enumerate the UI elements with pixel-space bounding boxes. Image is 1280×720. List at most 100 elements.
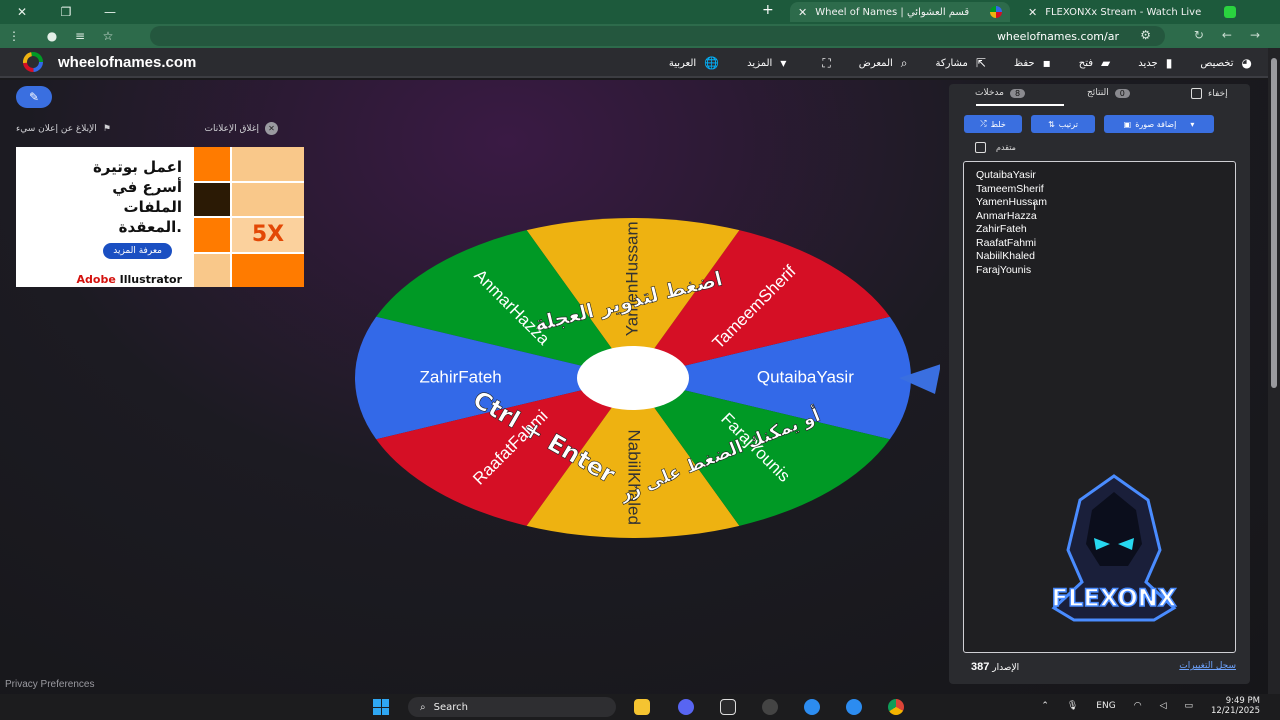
hide-checkbox[interactable] <box>1191 88 1202 99</box>
tab-results[interactable]: النتائج 0 <box>1087 88 1130 98</box>
url-text: wheelofnames.com/ar <box>996 29 1119 43</box>
entry-line: QutaibaYasir <box>976 169 1036 181</box>
add-image-button[interactable]: ▣ إضافة صورة ▾ <box>1104 115 1214 133</box>
ad-art-tile <box>194 253 230 287</box>
new-tab-button[interactable]: + <box>762 2 774 18</box>
save-icon: ▪ <box>1042 56 1051 70</box>
ad-title-line: اعمل بوتيرة <box>92 158 182 176</box>
ai-file-icon <box>232 182 304 216</box>
forward-icon[interactable]: → <box>1250 28 1260 42</box>
ad-art-tile <box>232 147 304 181</box>
header-menu-item[interactable]: جديد ▮ <box>1138 56 1172 70</box>
flag-icon: ⚑ <box>102 123 111 134</box>
edge-icon[interactable] <box>804 699 820 715</box>
advanced-toggle[interactable]: متقدم <box>975 142 1016 153</box>
ad-art-tile <box>194 147 230 181</box>
ad-5x-badge: 5X <box>232 218 304 252</box>
windows-taskbar: ⌕ Search ⌃ 🎙 ENG ◠ ◁ ▭ 9:49 PM 12/21/202… <box>0 694 1280 720</box>
tab-flexonx[interactable]: ✕ FLEXONXx Stream - Watch Live <box>1020 2 1244 22</box>
site-settings-icon[interactable]: ⚙ <box>1140 28 1151 42</box>
privacy-preferences-link[interactable]: Privacy Preferences <box>5 679 94 690</box>
language-indicator[interactable]: ENG <box>1096 701 1115 711</box>
header-menu-item[interactable]: المعرض ⌕ <box>859 56 908 71</box>
header-menu-item[interactable]: فتح ▰ <box>1079 56 1111 70</box>
sort-button[interactable]: ⇅ ترتيب <box>1031 115 1095 133</box>
edge-icon[interactable] <box>846 699 862 715</box>
reload-icon[interactable]: ↻ <box>1194 28 1204 42</box>
ad-learn-more-button[interactable]: معرفة المزيد <box>103 243 172 259</box>
hide-toggle[interactable]: إخفاء <box>1191 88 1228 99</box>
profile-avatar-icon[interactable]: ● <box>38 29 66 43</box>
clock[interactable]: 9:49 PM 12/21/2025 <box>1211 696 1260 716</box>
header-menu-label: المعرض <box>858 57 893 69</box>
chrome-icon[interactable] <box>888 699 904 715</box>
minimize-window-icon[interactable]: — <box>88 0 132 24</box>
tab-close-icon[interactable]: ✕ <box>1028 6 1037 19</box>
advanced-checkbox[interactable] <box>975 142 986 153</box>
menu-dots-icon[interactable]: ⋮ <box>0 29 28 43</box>
advertisement[interactable]: اعمل بوتيرة أسرع في الملفات المعقدة. معر… <box>16 147 304 287</box>
changelog-link[interactable]: سجل التغييرات <box>1179 661 1236 673</box>
ad-title-line: أسرع في <box>112 178 182 196</box>
clock-time: 9:49 PM <box>1225 696 1260 706</box>
shuffle-icon: ⤮ <box>980 119 987 128</box>
wheel[interactable]: QutaibaYasirTameemSherifYamenHussamAnmar… <box>350 150 940 550</box>
sort-icon: ⇅ <box>1048 119 1055 129</box>
entries-count-badge: 8 <box>1009 88 1026 98</box>
entry-line: TameemSherif <box>976 182 1044 195</box>
header-menu-item[interactable]: مشاركة ⇱ <box>936 56 986 70</box>
version-number: 387 <box>971 661 990 673</box>
tab-title: FLEXONXx Stream - Watch Live <box>1045 6 1202 18</box>
url-bar[interactable]: wheelofnames.com/ar ⚙ <box>150 26 1165 46</box>
chevron-up-icon[interactable]: ⌃ <box>1041 701 1049 711</box>
shuffle-button[interactable]: ⤮ خلط <box>964 115 1022 133</box>
tab-entries[interactable]: مدخلات 8 <box>975 88 1026 98</box>
reading-list-icon[interactable]: ≡ <box>66 29 94 43</box>
page-scrollbar[interactable] <box>1268 48 1280 694</box>
header-menu-item[interactable]: تخصيص ◕ <box>1200 56 1252 70</box>
battery-icon[interactable]: ▭ <box>1184 701 1193 711</box>
entry-line: FarajYounis <box>976 263 1032 276</box>
palette-icon: ◕ <box>1241 56 1252 70</box>
header-menu-label: حفظ <box>1013 57 1035 69</box>
tab-entries-label: مدخلات <box>975 88 1004 98</box>
site-header: wheelofnames.com العربية 🌐 المزيد ▾ ⛶ المعرض ⌕… <box>0 48 1268 78</box>
restore-window-icon[interactable]: ❐ <box>44 0 88 24</box>
header-menu-item[interactable]: المزيد ▾ <box>747 56 786 70</box>
taskbar-search[interactable]: ⌕ Search <box>408 697 616 717</box>
text-cursor-icon: I <box>1033 200 1037 213</box>
header-menu-item[interactable]: ⛶ <box>814 56 830 71</box>
volume-icon[interactable]: ◁ <box>1160 701 1167 711</box>
site-logo[interactable]: wheelofnames.com <box>18 52 196 72</box>
share-icon: ⇱ <box>975 56 986 70</box>
header-menu-item[interactable]: العربية 🌐 <box>669 56 719 70</box>
obs-icon[interactable] <box>762 699 778 715</box>
ad-links: الإبلاغ عن إعلان سيء ⚑ إغلاق الإعلانات ✕ <box>16 122 278 135</box>
wheel-center-hub[interactable] <box>577 346 689 410</box>
nav-buttons: ↻ ← → <box>1194 28 1260 42</box>
logo-text: wheelofnames.com <box>58 53 197 71</box>
back-icon[interactable]: ← <box>1222 28 1232 42</box>
close-ads-link[interactable]: إغلاق الإعلانات ✕ <box>204 122 278 135</box>
bookmark-star-icon[interactable]: ☆ <box>94 29 122 43</box>
microphone-icon[interactable]: 🎙 <box>1067 701 1078 711</box>
wheel-segment-label: YamenHussam <box>622 221 641 336</box>
windows-start-icon[interactable] <box>373 699 389 715</box>
report-ad-label: الإبلاغ عن إعلان سيء <box>16 123 97 134</box>
ad-copy: اعمل بوتيرة أسرع في الملفات المعقدة. معر… <box>16 147 194 287</box>
header-menu-item[interactable]: حفظ ▪ <box>1014 56 1051 70</box>
tab-wheel-of-names[interactable]: ✕ Wheel of Names | قسم العشوائي <box>790 2 1010 22</box>
report-ad-link[interactable]: الإبلاغ عن إعلان سيء ⚑ <box>16 122 111 135</box>
entry-line: ZahirFateh <box>976 223 1027 235</box>
edit-pencil-button[interactable]: ✎ <box>16 86 52 108</box>
header-menu-label: تخصيص <box>1200 57 1234 69</box>
close-window-icon[interactable]: ✕ <box>0 0 44 24</box>
discord-icon[interactable] <box>678 699 694 715</box>
file-explorer-icon[interactable] <box>634 699 650 715</box>
tab-close-icon[interactable]: ✕ <box>798 6 807 19</box>
close-circle-icon: ✕ <box>265 122 278 135</box>
scrollbar-thumb[interactable] <box>1271 58 1277 388</box>
wifi-icon[interactable]: ◠ <box>1134 701 1142 711</box>
ad-title-line: المعقدة. <box>118 218 182 236</box>
audio-app-icon[interactable] <box>720 699 736 715</box>
